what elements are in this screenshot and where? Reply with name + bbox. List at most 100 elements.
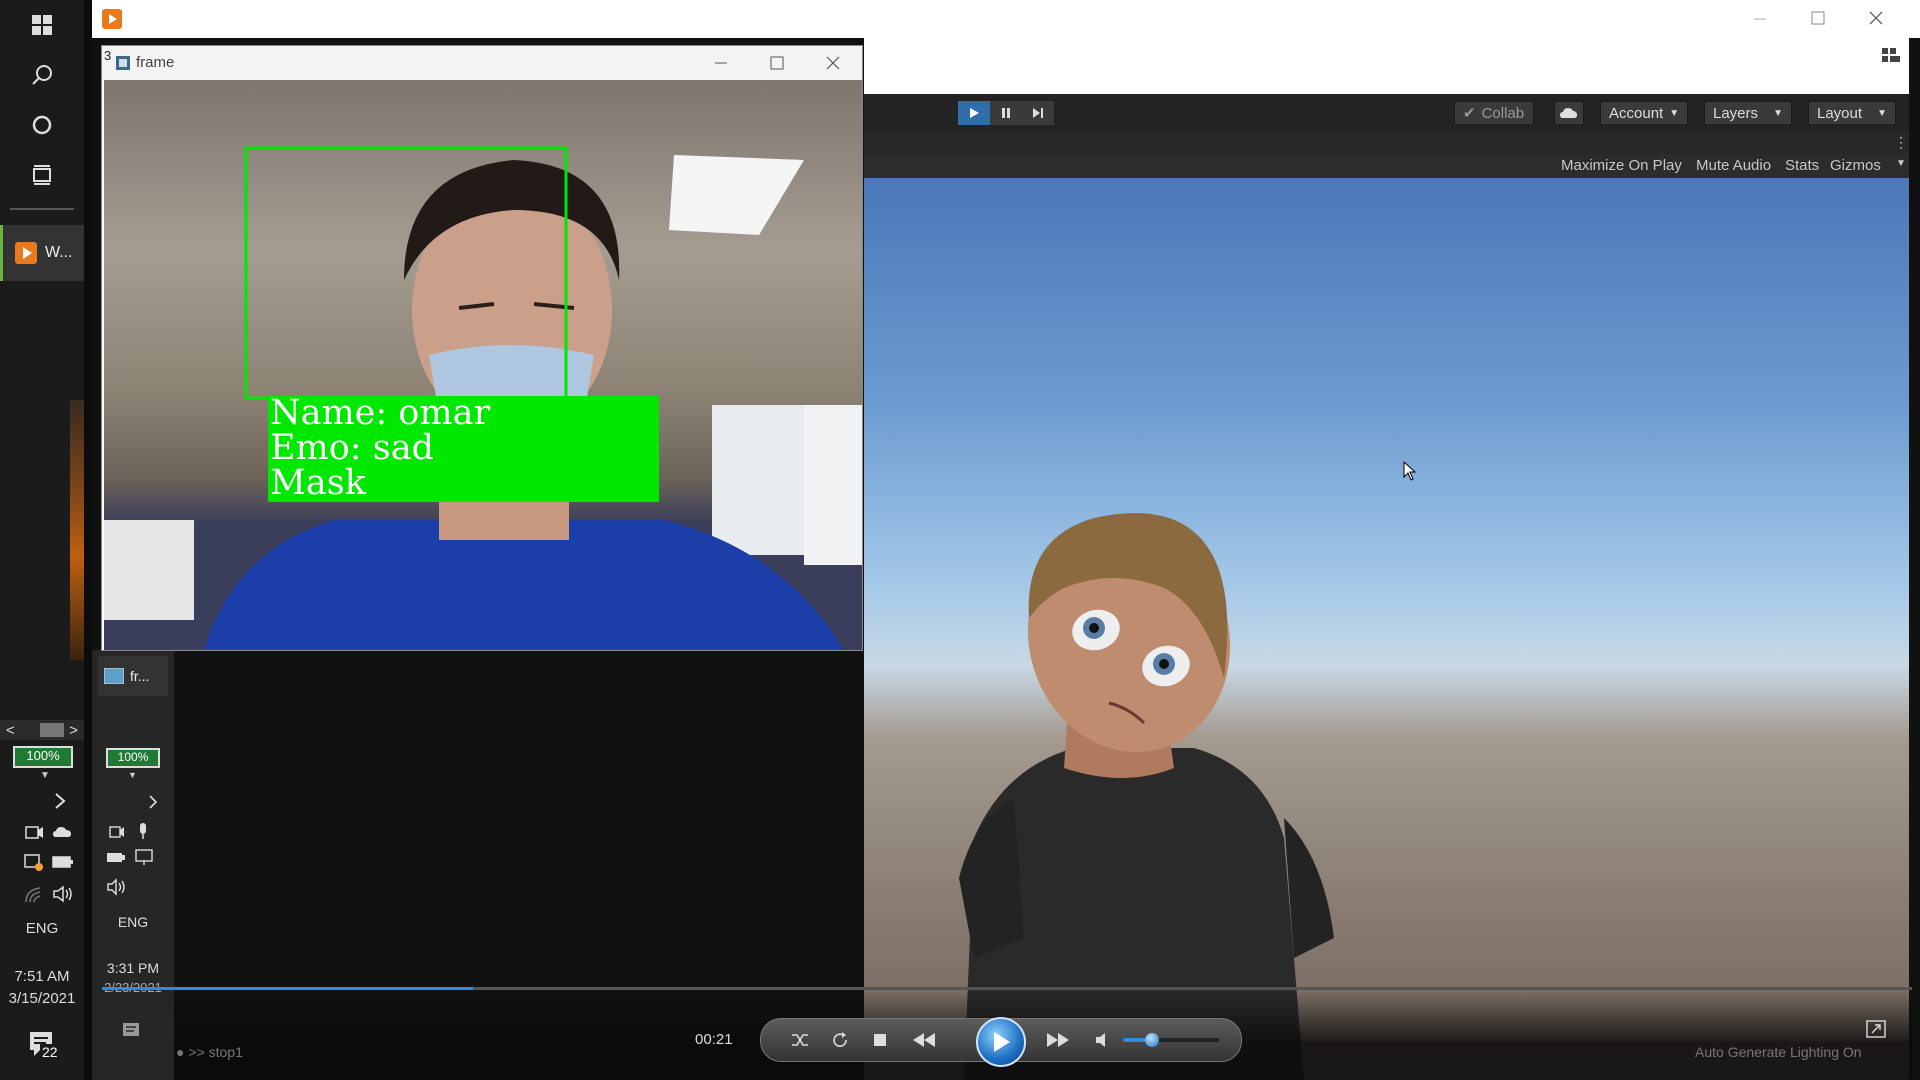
camera-icon	[108, 822, 126, 840]
layers-dropdown[interactable]: Layers ▼	[1704, 101, 1792, 125]
detection-name-text: Name: omar	[270, 393, 491, 433]
play-icon	[991, 1031, 1011, 1053]
pause-icon	[1000, 107, 1012, 119]
webcam-scene	[104, 146, 862, 650]
start-button[interactable]	[0, 0, 84, 50]
account-dropdown[interactable]: Account ▼	[1600, 101, 1688, 125]
more-options-icon[interactable]: ⋮	[1894, 134, 1908, 151]
detection-mask-text: Mask	[270, 463, 366, 503]
mute-audio-toggle[interactable]: Mute Audio	[1696, 157, 1771, 174]
clock-time[interactable]: 7:51 AM	[0, 968, 84, 985]
language-indicator[interactable]: ENG	[0, 920, 84, 937]
minimize-icon[interactable]	[1752, 10, 1768, 26]
windows-taskbar: W... < > 100% ▼ ENG 7:51 AM 3/15/2021 22	[0, 0, 84, 1080]
taskbar-app-label: W...	[45, 244, 73, 261]
cloud-button[interactable]	[1554, 101, 1584, 125]
windows-icon	[32, 15, 52, 35]
window-thumbnail-icon	[104, 668, 124, 684]
recorded-clock-time: 3:31 PM	[106, 960, 160, 976]
maximize-icon[interactable]	[770, 56, 784, 70]
tray-scroll-thumb[interactable]	[40, 723, 64, 737]
tray-scroll-left[interactable]: <	[6, 722, 15, 739]
transport-controls	[760, 1017, 1242, 1067]
layout-label: Layout	[1817, 104, 1863, 122]
player-titlebar	[92, 0, 1920, 38]
mouse-cursor-icon	[1403, 461, 1417, 481]
repeat-icon	[831, 1031, 849, 1049]
previous-button[interactable]	[911, 1027, 937, 1053]
taskbar-app-windows-media-player[interactable]: W...	[0, 225, 84, 281]
game-view-tabbar: ⋮	[864, 132, 1909, 154]
fast-forward-icon	[1046, 1032, 1070, 1048]
task-view-button[interactable]	[0, 150, 84, 200]
unity-toolbar: ✔ Collab Account ▼ Layers ▼ Layout ▼	[864, 94, 1909, 132]
action-center-button[interactable]: 22	[28, 1030, 60, 1060]
action-center-icon	[122, 1022, 142, 1040]
recorded-app-frame[interactable]: fr...	[98, 656, 168, 696]
collab-dropdown[interactable]: ✔ Collab	[1454, 101, 1534, 125]
frame-index-label: 3	[104, 48, 112, 63]
speaker-icon	[1095, 1032, 1109, 1048]
seek-bar-progress	[102, 987, 474, 990]
cortana-circle-icon	[31, 114, 53, 136]
wifi-icon[interactable]	[24, 884, 44, 904]
display-icon	[134, 848, 154, 866]
chevron-right-icon[interactable]	[54, 792, 66, 810]
info-icon: ●	[176, 1044, 185, 1060]
layout-dropdown[interactable]: Layout ▼	[1808, 101, 1896, 125]
battery-indicator[interactable]: 100%	[13, 746, 73, 768]
rewind-icon	[912, 1032, 936, 1048]
lighting-status: Auto Generate Lighting On	[1695, 1044, 1862, 1060]
shuffle-button[interactable]	[787, 1027, 813, 1053]
cortana-button[interactable]	[0, 100, 84, 150]
mute-button[interactable]	[1089, 1027, 1115, 1053]
dropdown-arrow-icon: ▼	[1877, 107, 1887, 119]
play-mode-button[interactable]	[958, 101, 990, 125]
frame-window-icon	[116, 56, 130, 70]
seek-bar[interactable]	[102, 987, 1912, 990]
close-icon[interactable]	[826, 56, 840, 70]
tray-scroll-right[interactable]: >	[69, 722, 78, 739]
elapsed-time: 00:21	[695, 1031, 733, 1048]
recorded-battery-indicator: 100%	[106, 748, 160, 768]
camera-icon[interactable]	[24, 822, 44, 842]
pause-mode-button[interactable]	[990, 101, 1022, 125]
maximize-icon[interactable]	[1810, 10, 1826, 26]
maximize-on-play-toggle[interactable]: Maximize On Play	[1561, 157, 1682, 174]
step-button[interactable]	[1022, 101, 1054, 125]
account-label: Account	[1609, 104, 1664, 122]
search-button[interactable]	[0, 50, 84, 100]
minimize-icon[interactable]	[714, 56, 728, 70]
stop-icon	[873, 1033, 887, 1047]
shuffle-icon	[791, 1032, 809, 1048]
stop-button[interactable]	[867, 1027, 893, 1053]
cloud-icon	[1560, 107, 1578, 119]
detection-label-box: Name: omar Emo: sad Mask	[268, 396, 659, 502]
switch-to-library-button[interactable]	[1866, 1020, 1886, 1038]
next-button[interactable]	[1045, 1027, 1071, 1053]
volume-icon[interactable]	[52, 884, 72, 904]
security-update-icon[interactable]	[24, 852, 44, 872]
gizmos-dropdown[interactable]: Gizmos	[1830, 157, 1881, 174]
battery-tray-icon[interactable]	[52, 852, 73, 872]
onedrive-cloud-icon[interactable]	[52, 822, 72, 842]
console-text: >> stop1	[188, 1044, 243, 1060]
clock-date[interactable]: 3/15/2021	[0, 990, 84, 1007]
webcam-feed	[104, 80, 862, 650]
battery-tray-icon	[106, 850, 126, 864]
close-icon[interactable]	[1868, 10, 1884, 26]
game-view-scene	[864, 178, 1909, 1080]
dropdown-arrow-icon[interactable]: ▼	[1896, 158, 1906, 169]
volume-knob[interactable]	[1144, 1033, 1159, 1047]
play-icon	[968, 107, 980, 119]
collab-label: Collab	[1481, 104, 1525, 122]
panel-layout-icon[interactable]	[1882, 48, 1902, 64]
chevron-right-icon	[148, 794, 158, 810]
pin-icon: ▼	[40, 770, 50, 781]
volume-slider[interactable]	[1123, 1033, 1219, 1047]
repeat-button[interactable]	[827, 1027, 853, 1053]
recorded-language: ENG	[117, 914, 149, 930]
play-button[interactable]	[976, 1017, 1026, 1067]
stats-toggle[interactable]: Stats	[1785, 157, 1819, 174]
avatar-character	[959, 513, 1334, 1080]
